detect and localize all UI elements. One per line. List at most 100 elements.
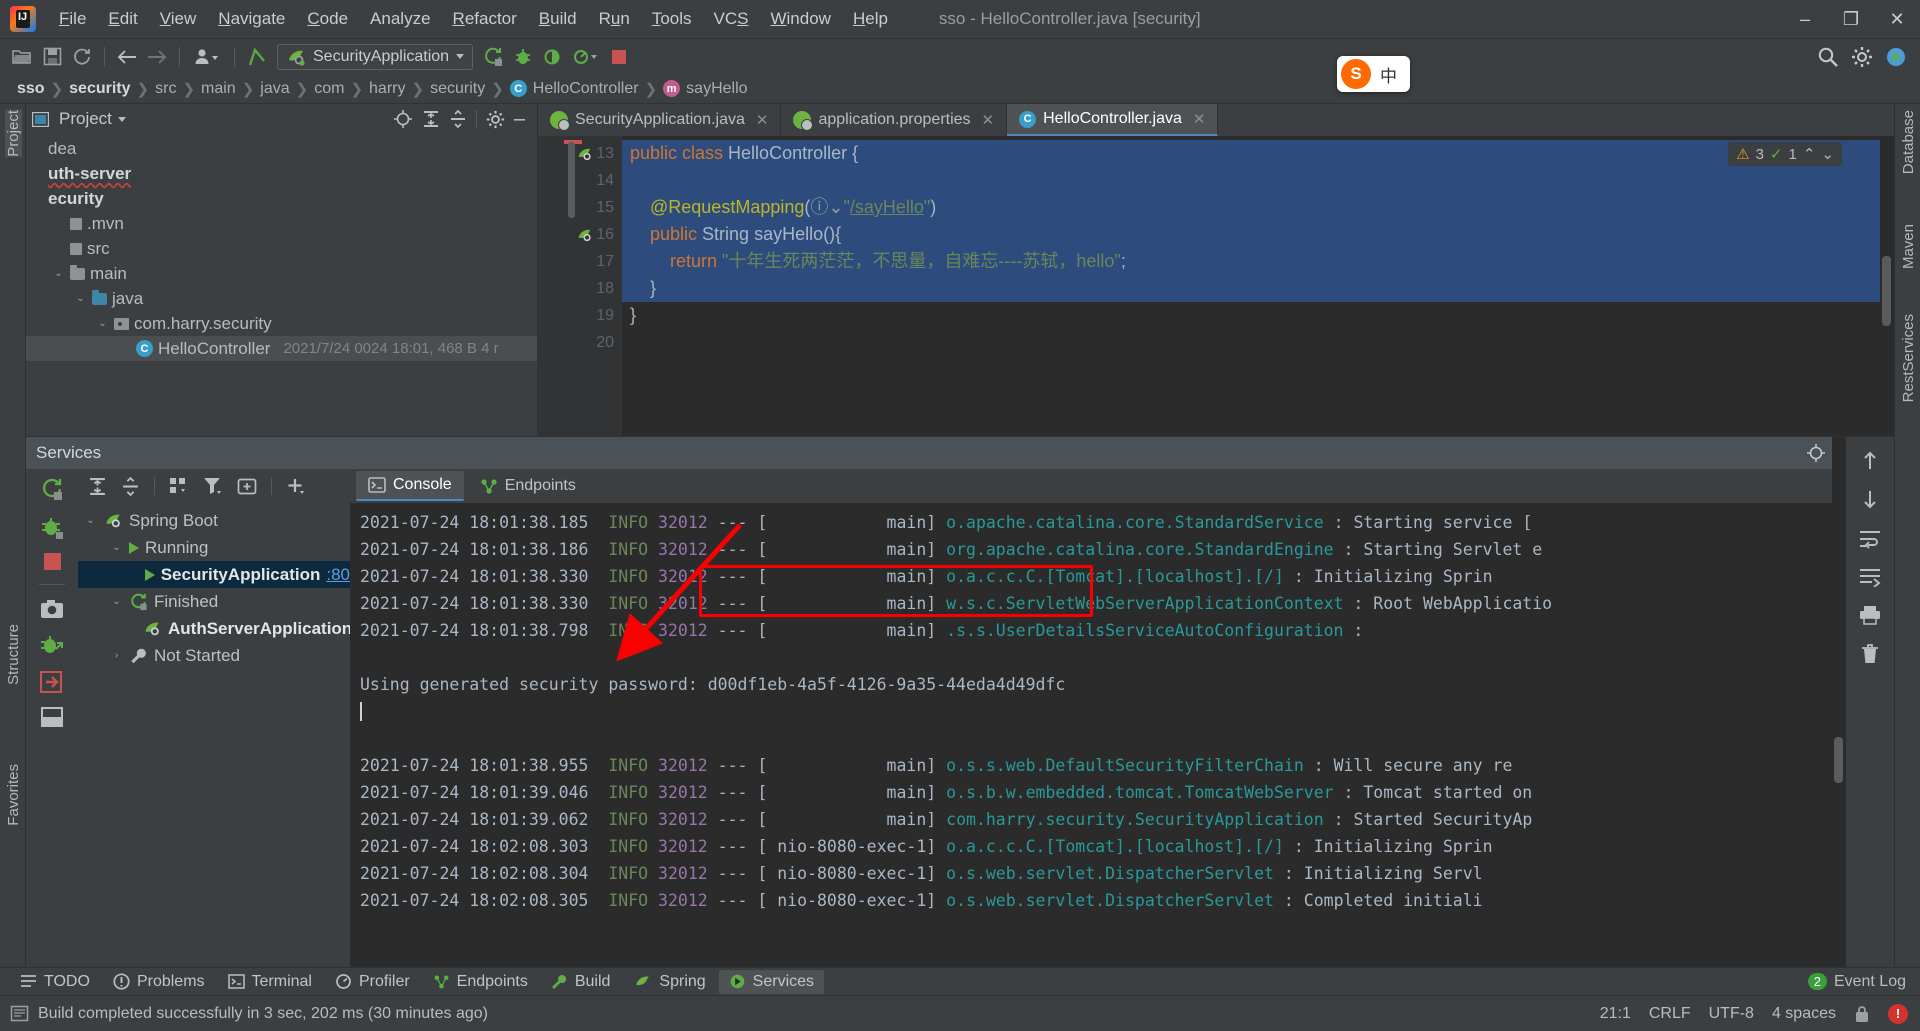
- menu-item-view[interactable]: View: [149, 6, 208, 32]
- layout-icon[interactable]: [41, 707, 63, 727]
- expand-all-icon[interactable]: [88, 477, 107, 496]
- gutter-line[interactable]: 18: [538, 275, 622, 302]
- services-tree-item[interactable]: ⌄ Finished: [78, 588, 350, 615]
- close-button[interactable]: ✕: [1874, 0, 1920, 39]
- menu-item-run[interactable]: Run: [588, 6, 641, 32]
- console-scrollbar-thumb[interactable]: [1834, 737, 1843, 783]
- inspection-widget[interactable]: ⚠ 3 ✓ 1 ⌃ ⌄: [1728, 142, 1842, 166]
- services-tree-item[interactable]: AuthServerApplication: [78, 615, 352, 642]
- attach-debugger-icon[interactable]: [40, 633, 64, 657]
- scroll-to-end-icon[interactable]: [1859, 567, 1881, 587]
- menu-item-analyze[interactable]: Analyze: [359, 6, 441, 32]
- menu-item-help[interactable]: Help: [842, 6, 899, 32]
- locate-icon[interactable]: [1806, 443, 1826, 463]
- lock-icon[interactable]: [1854, 1005, 1870, 1023]
- gutter-line[interactable]: 20: [538, 329, 622, 356]
- line-separator[interactable]: CRLF: [1649, 1005, 1691, 1023]
- chevron-down-icon[interactable]: ⌄: [74, 293, 87, 304]
- run-icon[interactable]: [479, 44, 507, 70]
- stop-icon[interactable]: [605, 44, 633, 70]
- tool-window-button-services[interactable]: Services: [718, 969, 825, 994]
- code-line[interactable]: return "十年生死两茫茫，不思量，自难忘----苏轼，hello";: [622, 248, 1894, 275]
- gutter-line[interactable]: 15: [538, 194, 622, 221]
- next-problem-icon[interactable]: ⌄: [1821, 145, 1834, 163]
- forward-arrow-icon[interactable]: [143, 44, 171, 70]
- sidebar-item-structure[interactable]: Structure: [5, 624, 22, 685]
- project-tree-item[interactable]: ⌄ main: [26, 261, 537, 286]
- menu-item-tools[interactable]: Tools: [641, 6, 703, 32]
- chevron-down-icon[interactable]: ⌄: [96, 318, 109, 329]
- code-line[interactable]: public class HelloController {: [622, 140, 1894, 167]
- breadcrumb-item-sso[interactable]: sso: [12, 80, 50, 98]
- project-tree-item[interactable]: src: [26, 236, 537, 261]
- chevron-down-icon[interactable]: ⌄: [84, 515, 97, 526]
- stop-icon[interactable]: [43, 553, 61, 570]
- breadcrumb-item-java[interactable]: java: [255, 80, 294, 98]
- prev-problem-icon[interactable]: ⌃: [1803, 145, 1816, 163]
- filter-icon[interactable]: [203, 477, 223, 496]
- scroll-down-icon[interactable]: [1860, 489, 1880, 511]
- indent-setting[interactable]: 4 spaces: [1772, 1005, 1836, 1023]
- chevron-down-icon[interactable]: ⌄: [110, 596, 123, 607]
- settings-gear-icon[interactable]: [1848, 44, 1876, 70]
- close-icon[interactable]: ✕: [1193, 110, 1206, 128]
- maximize-button[interactable]: ❐: [1828, 0, 1874, 39]
- add-icon[interactable]: [286, 477, 306, 496]
- search-icon[interactable]: [1814, 44, 1842, 70]
- minimize-button[interactable]: –: [1782, 0, 1828, 39]
- sidebar-item-favorites[interactable]: Favorites: [5, 764, 22, 826]
- project-tree-item[interactable]: ⌄ java: [26, 286, 537, 311]
- services-tree-item[interactable]: › Not Started: [78, 642, 350, 669]
- debug-icon[interactable]: [40, 515, 64, 539]
- breadcrumb-item-security[interactable]: security: [425, 80, 490, 98]
- open-folder-icon[interactable]: [8, 44, 36, 70]
- update-project-icon[interactable]: [243, 44, 271, 70]
- locate-file-icon[interactable]: [393, 109, 413, 129]
- editor-scrollbar-thumb[interactable]: [1882, 256, 1891, 326]
- breadcrumb-item-harry[interactable]: harry: [364, 80, 410, 98]
- gutter-line[interactable]: 13: [538, 140, 622, 167]
- profile-icon[interactable]: [569, 44, 603, 70]
- error-badge[interactable]: !: [1888, 1003, 1908, 1024]
- services-tree-item[interactable]: ⌄ Running: [78, 534, 350, 561]
- service-port-link[interactable]: :80: [326, 565, 350, 585]
- breadcrumb-item-src[interactable]: src: [150, 80, 181, 98]
- sogou-ime-floating-bar[interactable]: S 中: [1337, 56, 1410, 92]
- tool-window-button-todo[interactable]: TODO: [10, 970, 100, 994]
- collapse-all-icon[interactable]: [449, 110, 467, 128]
- expand-all-icon[interactable]: [422, 110, 440, 128]
- chevron-down-icon[interactable]: ⌄: [52, 268, 65, 279]
- console-scrollbar[interactable]: [1832, 437, 1846, 967]
- save-icon[interactable]: [38, 44, 66, 70]
- menu-item-edit[interactable]: Edit: [97, 6, 148, 32]
- menu-item-file[interactable]: File: [48, 6, 97, 32]
- menu-item-refactor[interactable]: Refactor: [442, 6, 528, 32]
- group-icon[interactable]: [169, 477, 189, 496]
- project-tree-item[interactable]: ecurity: [26, 186, 537, 211]
- run-dashboard-icon[interactable]: [1882, 44, 1910, 70]
- gutter-line[interactable]: 16: [538, 221, 622, 248]
- sync-icon[interactable]: [68, 44, 96, 70]
- code-line[interactable]: [622, 167, 1894, 194]
- console-output[interactable]: 2021-07-24 18:01:38.185 INFO 32012 --- […: [350, 503, 1894, 967]
- rerun-icon[interactable]: [40, 477, 64, 501]
- services-tree-item[interactable]: SecurityApplication:80: [78, 561, 350, 588]
- event-log-group[interactable]: 2 Event Log: [1807, 973, 1920, 991]
- camera-icon[interactable]: [40, 599, 64, 619]
- project-tree-item[interactable]: .mvn: [26, 211, 537, 236]
- console-tab-endpoints[interactable]: Endpoints: [468, 472, 588, 500]
- code-line[interactable]: public String sayHello(){: [622, 221, 1894, 248]
- debug-icon[interactable]: [509, 44, 537, 70]
- clear-all-icon[interactable]: [1860, 643, 1880, 665]
- project-tree-item[interactable]: dea: [26, 136, 537, 161]
- user-icon[interactable]: [188, 44, 226, 70]
- services-tree-item[interactable]: ⌄ Spring Boot: [78, 507, 350, 534]
- breadcrumb-item-main[interactable]: main: [196, 80, 241, 98]
- editor-tab-securityapplicationjava[interactable]: SecurityApplication.java ✕: [538, 104, 782, 136]
- sidebar-item-maven[interactable]: Maven: [1900, 224, 1917, 269]
- spring-endpoint-icon[interactable]: [576, 146, 593, 162]
- tool-window-button-spring[interactable]: Spring: [623, 970, 715, 994]
- code-line[interactable]: }: [622, 302, 1894, 329]
- export-icon[interactable]: [40, 671, 64, 693]
- scroll-up-icon[interactable]: [1860, 449, 1880, 471]
